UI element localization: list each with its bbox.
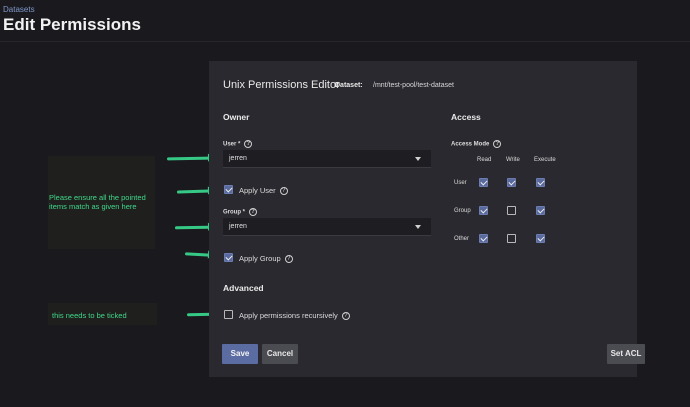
group-field-label: Group *? — [223, 208, 257, 216]
panel-title: Unix Permissions Editor — [223, 79, 340, 91]
owner-section-title: Owner — [223, 112, 250, 122]
row-group: Group — [454, 208, 471, 214]
access-mode-text: Access Mode — [451, 141, 490, 148]
apply-recursive-row: Apply permissions recursively? — [239, 311, 350, 321]
user-label-text: User * — [223, 141, 241, 148]
apply-user-row: Apply User? — [239, 186, 288, 196]
apply-recursive-label: Apply permissions recursively — [239, 311, 338, 320]
chevron-down-icon — [415, 157, 421, 161]
user-execute-checkbox[interactable] — [536, 178, 545, 187]
apply-recursive-checkbox[interactable] — [224, 310, 233, 319]
group-execute-checkbox[interactable] — [536, 206, 545, 215]
help-icon[interactable]: ? — [279, 187, 288, 196]
dataset-path: /mnt/test-pool/test-dataset — [373, 82, 454, 89]
group-label-text: Group * — [223, 209, 245, 216]
group-select[interactable]: jerren — [223, 218, 431, 236]
chevron-down-icon — [415, 225, 421, 229]
set-acl-button[interactable]: Set ACL — [607, 344, 645, 364]
annotation-arrow-user — [166, 156, 212, 161]
apply-user-checkbox[interactable] — [224, 185, 233, 194]
permissions-panel: Unix Permissions Editor Dataset: /mnt/te… — [209, 61, 645, 377]
user-field-label: User *? — [223, 140, 253, 148]
user-select-value: jerren — [229, 155, 247, 162]
col-write: Write — [506, 157, 520, 163]
help-icon[interactable]: ? — [249, 208, 257, 216]
help-icon[interactable]: ? — [493, 140, 502, 148]
other-execute-checkbox[interactable] — [536, 234, 545, 243]
save-button[interactable]: Save — [222, 344, 258, 364]
annotation-note-recursive: this needs to be ticked — [48, 303, 157, 325]
annotation-note-main: Please ensure all the pointed items matc… — [48, 156, 155, 249]
dataset-label: Dataset: — [335, 82, 363, 89]
user-select[interactable]: jerren — [223, 150, 431, 168]
apply-group-row: Apply Group? — [239, 254, 293, 264]
group-read-checkbox[interactable] — [479, 206, 488, 215]
user-read-checkbox[interactable] — [479, 178, 488, 187]
breadcrumb[interactable]: Datasets — [3, 5, 35, 14]
help-icon[interactable]: ? — [244, 140, 253, 148]
page-title: Edit Permissions — [3, 15, 141, 34]
other-read-checkbox[interactable] — [479, 234, 488, 243]
annotation-arrow-apply-group — [184, 252, 212, 257]
row-user: User — [454, 180, 467, 186]
apply-group-label: Apply Group — [239, 254, 281, 263]
col-execute: Execute — [534, 157, 556, 163]
apply-user-label: Apply User — [239, 186, 276, 195]
annotation-arrow-group — [174, 225, 212, 230]
access-section-title: Access — [451, 112, 481, 122]
header-divider — [0, 41, 690, 42]
help-icon[interactable]: ? — [341, 312, 350, 321]
apply-group-checkbox[interactable] — [224, 253, 233, 262]
cancel-button[interactable]: Cancel — [262, 344, 298, 364]
help-icon[interactable]: ? — [284, 255, 293, 264]
advanced-section-title: Advanced — [223, 283, 264, 293]
other-write-checkbox[interactable] — [507, 234, 516, 243]
user-write-checkbox[interactable] — [507, 178, 516, 187]
annotation-arrow-apply-user — [176, 189, 212, 194]
group-write-checkbox[interactable] — [507, 206, 516, 215]
row-other: Other — [454, 236, 470, 242]
access-mode-label: Access Mode? — [451, 140, 502, 148]
group-select-value: jerren — [229, 223, 247, 230]
col-read: Read — [477, 157, 492, 163]
